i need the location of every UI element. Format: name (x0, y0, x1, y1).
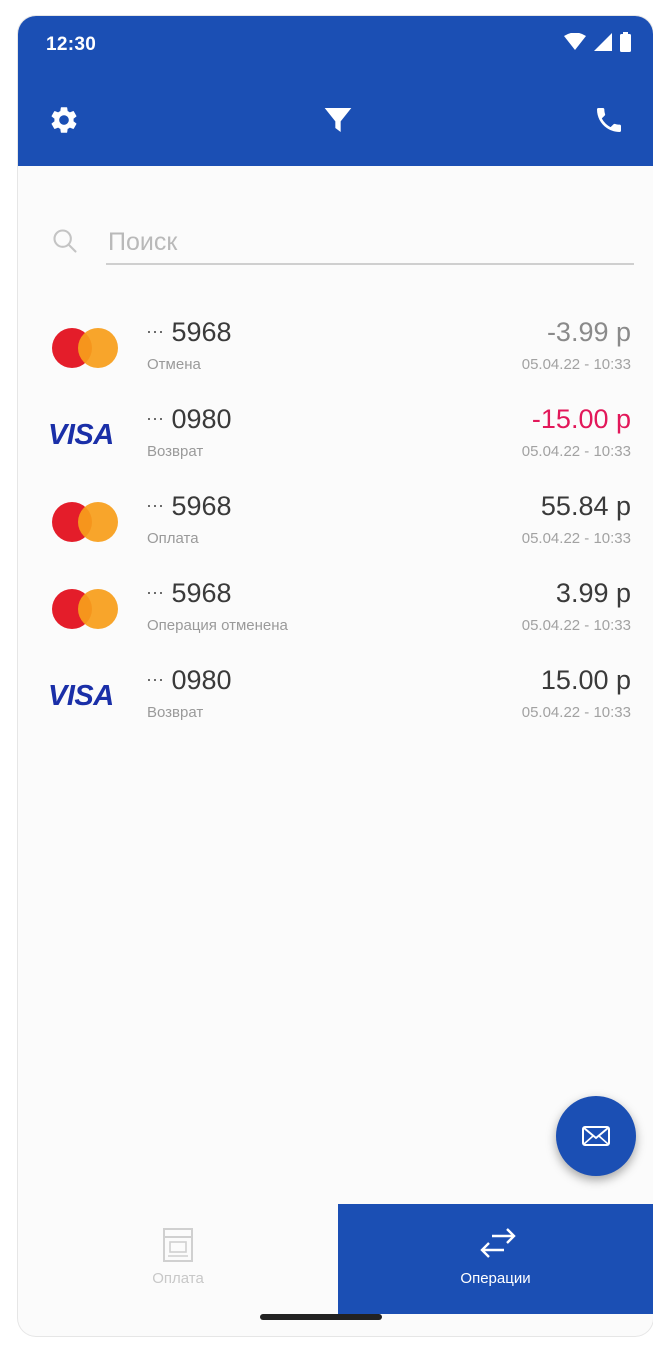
app-screen: 12:30 Поиск ··· 5968 Отмена -3.99 р 05.0… (18, 16, 653, 1336)
tab-payment[interactable]: Оплата (18, 1204, 338, 1314)
card-number: ··· 0980 (146, 404, 232, 434)
mastercard-logo (48, 326, 128, 370)
search-input[interactable] (106, 221, 634, 265)
swap-arrows-icon (480, 1228, 516, 1258)
transactions-list: ··· 5968 Отмена -3.99 р 05.04.22 - 10:33… (18, 306, 653, 741)
search-bar (46, 221, 634, 269)
status-time: 12:30 (46, 34, 97, 55)
gear-icon[interactable] (48, 104, 80, 136)
card-number: ··· 0980 (146, 665, 232, 695)
transaction-date: 05.04.22 - 10:33 (521, 530, 631, 547)
send-email-button[interactable] (556, 1096, 636, 1176)
transaction-date: 05.04.22 - 10:33 (521, 617, 631, 634)
top-app-bar: 12:30 (18, 16, 653, 166)
transaction-date: 05.04.22 - 10:33 (521, 443, 631, 460)
transaction-status: Оплата (147, 530, 199, 547)
card-number: ··· 5968 (146, 317, 232, 347)
signal-icon (594, 33, 612, 51)
transaction-date: 05.04.22 - 10:33 (521, 704, 631, 721)
terminal-icon (163, 1228, 193, 1262)
transaction-row[interactable]: ··· 5968 Операция отменена 3.99 р 05.04.… (18, 567, 653, 654)
search-icon (53, 229, 77, 253)
transaction-status: Операция отменена (147, 617, 288, 634)
transaction-amount: 55.84 р (540, 491, 631, 521)
wifi-icon (564, 33, 586, 50)
mail-icon (582, 1126, 610, 1146)
phone-icon[interactable] (593, 104, 625, 136)
card-number: ··· 5968 (146, 578, 232, 608)
transaction-status: Возврат (147, 704, 204, 721)
status-icons (564, 32, 631, 52)
transaction-amount: 15.00 р (540, 665, 631, 695)
transaction-amount: 3.99 р (555, 578, 631, 608)
bottom-navigation: Оплата Операции (18, 1204, 653, 1314)
home-indicator[interactable] (260, 1314, 382, 1320)
visa-logo: VISA (48, 680, 114, 712)
tab-operations-label: Операции (460, 1270, 531, 1287)
transaction-row[interactable]: VISA ··· 0980 Возврат 15.00 р 05.04.22 -… (18, 654, 653, 741)
visa-logo: VISA (48, 419, 114, 451)
transaction-date: 05.04.22 - 10:33 (521, 356, 631, 373)
mastercard-logo (48, 587, 128, 631)
transaction-row[interactable]: VISA ··· 0980 Возврат -15.00 р 05.04.22 … (18, 393, 653, 480)
transaction-status: Отмена (147, 356, 201, 373)
mastercard-logo (48, 500, 128, 544)
transaction-amount: -15.00 р (531, 404, 631, 434)
transaction-row[interactable]: ··· 5968 Отмена -3.99 р 05.04.22 - 10:33 (18, 306, 653, 393)
tab-payment-label: Оплата (152, 1270, 204, 1287)
filter-icon[interactable] (322, 104, 354, 136)
transaction-status: Возврат (147, 443, 204, 460)
transaction-row[interactable]: ··· 5968 Оплата 55.84 р 05.04.22 - 10:33 (18, 480, 653, 567)
battery-icon (620, 32, 631, 52)
card-number: ··· 5968 (146, 491, 232, 521)
transaction-amount: -3.99 р (546, 317, 631, 347)
tab-operations[interactable]: Операции (338, 1204, 653, 1314)
